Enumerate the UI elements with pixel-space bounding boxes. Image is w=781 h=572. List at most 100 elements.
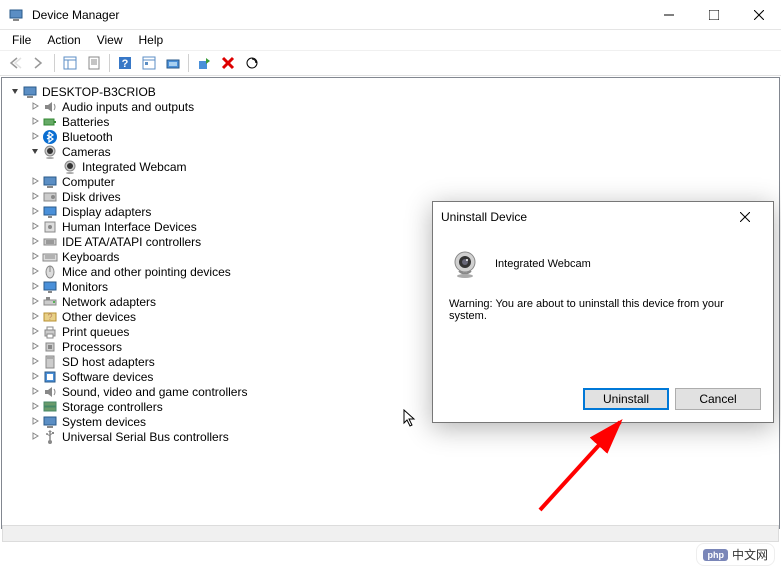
menu-action[interactable]: Action bbox=[39, 31, 88, 49]
tree-device[interactable]: Integrated Webcam bbox=[6, 159, 777, 174]
tree-category[interactable]: Bluetooth bbox=[6, 129, 777, 144]
expand-icon[interactable] bbox=[30, 387, 40, 397]
tree-category-label: Network adapters bbox=[58, 295, 156, 309]
close-button[interactable] bbox=[736, 0, 781, 30]
tree-root[interactable]: DESKTOP-B3CRIOB bbox=[6, 84, 777, 99]
tree-category-label: IDE ATA/ATAPI controllers bbox=[58, 235, 201, 249]
dialog-warning-text: Warning: You are about to uninstall this… bbox=[449, 298, 757, 322]
horizontal-scrollbar[interactable] bbox=[2, 525, 779, 542]
tree-category-label: SD host adapters bbox=[58, 355, 155, 369]
expand-icon[interactable] bbox=[30, 222, 40, 232]
expand-icon[interactable] bbox=[30, 297, 40, 307]
menu-view[interactable]: View bbox=[89, 31, 131, 49]
camera-icon bbox=[42, 144, 58, 160]
tree-category-label: Bluetooth bbox=[58, 130, 113, 144]
camera-icon bbox=[62, 159, 78, 175]
collapse-icon[interactable] bbox=[30, 147, 40, 157]
tree-category-label: Cameras bbox=[58, 145, 111, 159]
dialog-device-name: Integrated Webcam bbox=[495, 258, 591, 270]
sound-icon bbox=[42, 384, 58, 400]
tree-category-label: Display adapters bbox=[58, 205, 151, 219]
mouse-cursor-icon bbox=[403, 409, 419, 429]
titlebar: Device Manager bbox=[0, 0, 781, 30]
expand-icon[interactable] bbox=[30, 177, 40, 187]
expand-icon[interactable] bbox=[30, 282, 40, 292]
tree-root-label: DESKTOP-B3CRIOB bbox=[38, 85, 156, 99]
minimize-button[interactable] bbox=[646, 0, 691, 30]
help-button[interactable]: ? bbox=[114, 52, 136, 74]
tree-device-label: Integrated Webcam bbox=[78, 160, 187, 174]
app-icon bbox=[8, 7, 24, 23]
collapse-icon[interactable] bbox=[10, 87, 20, 97]
expand-icon[interactable] bbox=[30, 312, 40, 322]
expand-icon[interactable] bbox=[30, 327, 40, 337]
menu-help[interactable]: Help bbox=[131, 31, 172, 49]
keyboard-icon bbox=[42, 249, 58, 265]
mouse-icon bbox=[42, 264, 58, 280]
watermark-brand: php bbox=[703, 549, 728, 561]
tree-category[interactable]: Audio inputs and outputs bbox=[6, 99, 777, 114]
uninstall-button[interactable] bbox=[217, 52, 239, 74]
expand-icon[interactable] bbox=[30, 207, 40, 217]
dialog-close-button[interactable] bbox=[725, 203, 765, 231]
expand-icon[interactable] bbox=[30, 252, 40, 262]
expand-icon[interactable] bbox=[30, 132, 40, 142]
usb-icon bbox=[42, 429, 58, 445]
speaker-icon bbox=[42, 99, 58, 115]
window-title: Device Manager bbox=[32, 8, 646, 22]
printer-icon bbox=[42, 324, 58, 340]
dialog-button-row: Uninstall Cancel bbox=[583, 388, 761, 410]
back-button[interactable] bbox=[4, 52, 26, 74]
expand-icon[interactable] bbox=[30, 267, 40, 277]
tree-category-label: Sound, video and game controllers bbox=[58, 385, 247, 399]
expand-icon[interactable] bbox=[30, 117, 40, 127]
ide-icon bbox=[42, 234, 58, 250]
scan-button[interactable] bbox=[241, 52, 263, 74]
tree-category-label: Keyboards bbox=[58, 250, 119, 264]
maximize-button[interactable] bbox=[691, 0, 736, 30]
tree-category[interactable]: Computer bbox=[6, 174, 777, 189]
tree-category[interactable]: Universal Serial Bus controllers bbox=[6, 429, 777, 444]
expand-icon[interactable] bbox=[30, 402, 40, 412]
options-button[interactable] bbox=[138, 52, 160, 74]
toolbar-separator bbox=[54, 54, 55, 72]
computer-icon bbox=[22, 84, 38, 100]
computer-icon bbox=[42, 174, 58, 190]
storage-icon bbox=[42, 399, 58, 415]
sd-icon bbox=[42, 354, 58, 370]
show-hide-tree-button[interactable] bbox=[59, 52, 81, 74]
tree-category-label: Batteries bbox=[58, 115, 109, 129]
system-icon bbox=[42, 414, 58, 430]
tree-category[interactable]: Batteries bbox=[6, 114, 777, 129]
expand-icon[interactable] bbox=[30, 432, 40, 442]
dialog-titlebar: Uninstall Device bbox=[433, 202, 773, 232]
tree-category-label: Storage controllers bbox=[58, 400, 163, 414]
cancel-button[interactable]: Cancel bbox=[675, 388, 761, 410]
enable-button[interactable] bbox=[193, 52, 215, 74]
display-icon bbox=[42, 204, 58, 220]
expand-icon[interactable] bbox=[30, 372, 40, 382]
expand-icon[interactable] bbox=[30, 102, 40, 112]
tree-category-label: Other devices bbox=[58, 310, 136, 324]
uninstall-confirm-button[interactable]: Uninstall bbox=[583, 388, 669, 410]
tree-category[interactable]: Cameras bbox=[6, 144, 777, 159]
toolbar-separator bbox=[109, 54, 110, 72]
expand-icon[interactable] bbox=[30, 357, 40, 367]
monitor-icon bbox=[42, 279, 58, 295]
dialog-device-row: Integrated Webcam bbox=[449, 248, 757, 280]
properties-button[interactable] bbox=[83, 52, 105, 74]
forward-button[interactable] bbox=[28, 52, 50, 74]
tree-category-label: Processors bbox=[58, 340, 122, 354]
menu-file[interactable]: File bbox=[4, 31, 39, 49]
expand-icon[interactable] bbox=[30, 237, 40, 247]
expand-icon[interactable] bbox=[30, 192, 40, 202]
tree-category-label: Software devices bbox=[58, 370, 153, 384]
network-icon bbox=[42, 294, 58, 310]
expand-icon[interactable] bbox=[30, 342, 40, 352]
battery-icon bbox=[42, 114, 58, 130]
bluetooth-icon bbox=[42, 129, 58, 145]
dialog-title: Uninstall Device bbox=[441, 210, 725, 224]
expand-icon[interactable] bbox=[30, 417, 40, 427]
other-icon: ? bbox=[42, 309, 58, 325]
update-driver-button[interactable] bbox=[162, 52, 184, 74]
